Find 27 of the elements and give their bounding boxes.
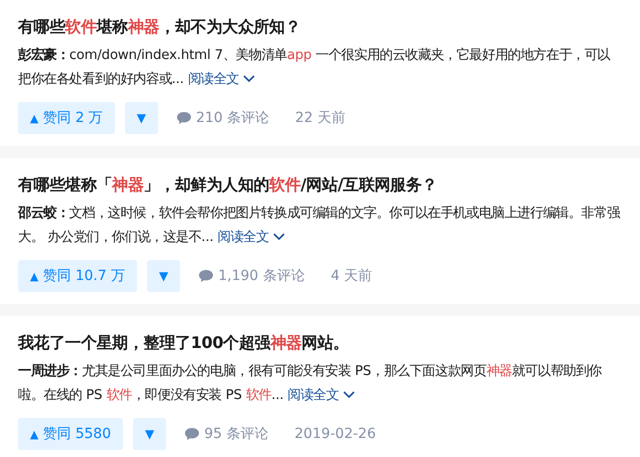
chevron-down-icon [243, 75, 256, 84]
upvote-button[interactable]: ▲ 赞同 10.7 万 [18, 260, 137, 292]
comment-icon [184, 427, 200, 441]
comment-icon [176, 111, 192, 125]
comments-link[interactable]: 1,190 条评论 [198, 266, 305, 286]
answer-time: 2019-02-26 [294, 424, 376, 444]
question-title[interactable]: 有哪些软件堪称神器，却不为大众所知？ [18, 14, 622, 40]
answer-time: 22 天前 [295, 108, 346, 128]
chevron-down-icon [342, 391, 355, 400]
question-title[interactable]: 有哪些堪称「神器」，却鲜为人知的软件/网站/互联网服务？ [18, 172, 622, 198]
answer-time: 4 天前 [330, 266, 372, 286]
upvote-button[interactable]: ▲ 赞同 2 万 [18, 102, 115, 134]
answer-excerpt: 一周进步：尤其是公司里面办公的电脑，很有可能没有安装 PS，那么下面这款网页神器就可以帮助到你啦。在线的 PS 软件，即便没有安装 PS 软件... 阅读全文 [18, 362, 602, 405]
downvote-button[interactable]: ▼ [133, 418, 166, 450]
answer-excerpt: 彭宏豪：com/down/index.html 7、美物清单app 一个很实用的云收藏夹，它最好用的地方在于，可以把你在各处看到的好内容或... 阅读全文 [18, 46, 612, 89]
comments-link[interactable]: 95 条评论 [184, 424, 268, 444]
downvote-button[interactable]: ▼ [124, 102, 158, 134]
answer-excerpt: 邵云蛟：文档，这时候，软件会帮你把图片转换成可编辑的文字。你可以在手机或电脑上进行编辑。非常强大。 办公党们，你们说，这是不... 阅读全文 [18, 204, 622, 247]
read-more-link[interactable]: 阅读全文 [188, 72, 256, 87]
read-more-link[interactable]: 阅读全文 [288, 388, 355, 403]
downvote-button[interactable]: ▼ [147, 260, 180, 292]
upvote-button[interactable]: ▲ 赞同 5580 [18, 418, 123, 450]
comments-link[interactable]: 210 条评论 [176, 108, 270, 128]
read-more-link[interactable]: 阅读全文 [218, 230, 285, 245]
question-title[interactable]: 我花了一个星期，整理了100个超强神器网站。 [18, 330, 622, 356]
comment-icon [198, 269, 214, 283]
chevron-down-icon [272, 233, 285, 242]
